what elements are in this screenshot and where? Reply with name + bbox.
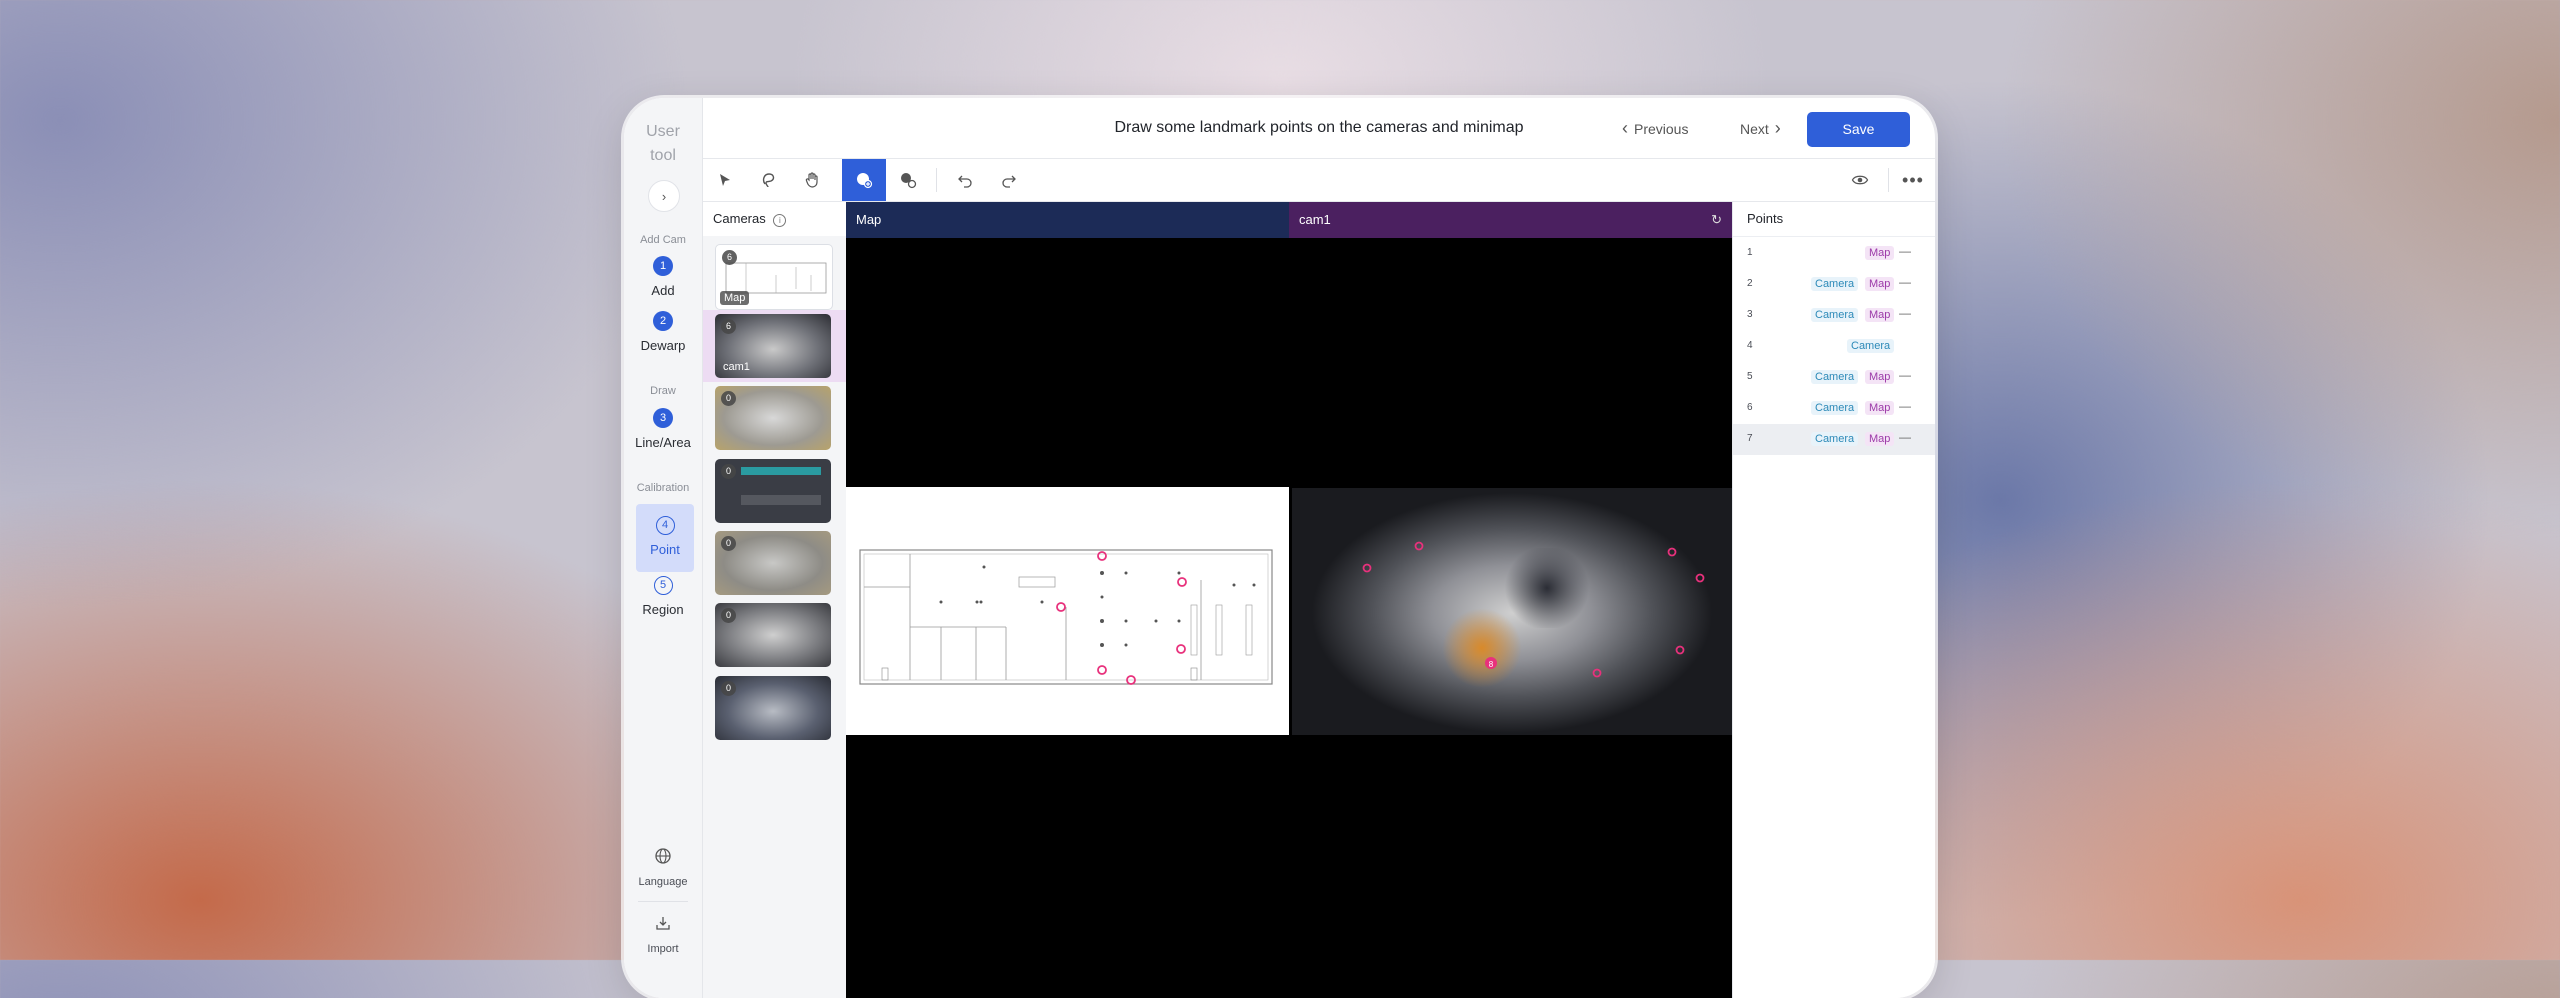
map-tag: Map	[1865, 432, 1895, 446]
left-rail: User tool › Add Cam 1 Add 2 Dewarp Draw …	[624, 98, 703, 998]
point-row[interactable]: 4 Camera	[1733, 331, 1935, 362]
refresh-icon[interactable]: ↻	[1711, 202, 1722, 238]
undo-button[interactable]	[943, 159, 987, 201]
chevron-right-icon: ›	[661, 188, 667, 204]
point-row[interactable]: 3 Camera Map —	[1733, 300, 1935, 331]
step-point[interactable]: 4 Point	[636, 504, 694, 572]
brand-title: User tool	[646, 123, 680, 164]
more-icon: •••	[1902, 169, 1924, 190]
camera-tag: Camera	[1811, 308, 1859, 322]
camera-view-header: cam1 ↻	[1289, 202, 1732, 238]
map-tag: Map	[1865, 401, 1895, 415]
camera-tag: Camera	[1811, 370, 1859, 384]
chevron-right-icon: ›	[1774, 118, 1781, 138]
camera-thumb-5[interactable]: 0	[715, 531, 831, 595]
step-dewarp[interactable]: 2 Dewarp	[624, 311, 702, 353]
camera-thumb-6[interactable]: 0	[715, 603, 831, 667]
remove-point-icon[interactable]: —	[1899, 399, 1911, 413]
step-region[interactable]: 5 Region	[624, 576, 702, 617]
point-row[interactable]: 6 Camera Map —	[1733, 393, 1935, 424]
step-line-area[interactable]: 3 Line/Area	[624, 408, 702, 450]
redo-button[interactable]	[987, 159, 1031, 201]
map-tag: Map	[1865, 370, 1895, 384]
camera-thumb-cam1[interactable]: 6 cam1	[715, 314, 831, 378]
lasso-tool[interactable]	[747, 159, 791, 201]
pointer-tool[interactable]	[703, 159, 747, 201]
screen-banner	[741, 467, 821, 475]
cameras-panel: Cameras i 6 Map 6 cam1 0 0 0 0 0	[703, 202, 847, 998]
app-window: User tool › Add Cam 1 Add 2 Dewarp Draw …	[624, 98, 1935, 998]
cameras-header: Cameras i	[703, 202, 847, 236]
camera-view[interactable]: cam1 ↻ 8	[1289, 202, 1732, 998]
eye-icon	[1851, 175, 1869, 185]
next-button[interactable]: Next ›	[1740, 118, 1781, 139]
camera-thumb-7[interactable]: 0	[715, 676, 831, 740]
import-icon	[624, 914, 702, 937]
map-tag: Map	[1865, 277, 1895, 291]
camera-tag: Camera	[1811, 277, 1859, 291]
fisheye-camera-feed[interactable]: 8	[1292, 488, 1732, 735]
point-row[interactable]: 2 Camera Map —	[1733, 269, 1935, 300]
header-bar: Draw some landmark points on the cameras…	[703, 98, 1935, 159]
add-point-tool[interactable]	[842, 159, 886, 201]
save-button[interactable]: Save	[1807, 112, 1910, 147]
toolbar-divider	[936, 168, 937, 192]
previous-button[interactable]: ‹ Previous	[1622, 118, 1688, 139]
camera-thumb-3[interactable]: 0	[715, 386, 831, 450]
point-row[interactable]: 1 Map —	[1733, 238, 1935, 269]
group-label-add-cam: Add Cam	[640, 234, 686, 246]
camera-tag: Camera	[1847, 339, 1895, 353]
language-button[interactable]: Language	[624, 847, 702, 888]
remove-point-icon[interactable]: —	[1899, 368, 1911, 382]
globe-icon	[624, 847, 702, 870]
group-label-calibration: Calibration	[636, 482, 690, 494]
points-panel: Points 1 Map — 2 Camera Map — 3 Camera M…	[1732, 202, 1935, 998]
expand-rail-button[interactable]: ›	[648, 180, 680, 212]
visibility-toggle[interactable]	[1838, 159, 1882, 201]
camera-thumb-4[interactable]: 0	[715, 459, 831, 523]
rail-divider	[638, 901, 688, 902]
map-tag: Map	[1865, 246, 1895, 260]
points-header: Points	[1733, 202, 1935, 237]
camera-tag: Camera	[1811, 432, 1859, 446]
toolbar: •••	[703, 159, 1935, 202]
floorplan-canvas[interactable]	[846, 487, 1289, 735]
chevron-left-icon: ‹	[1622, 118, 1628, 138]
map-view-header: Map	[846, 202, 1289, 238]
remove-point-icon[interactable]: —	[1899, 244, 1911, 258]
remove-point-icon[interactable]: —	[1899, 306, 1911, 320]
camera-thumb-map[interactable]: 6 Map	[715, 244, 833, 310]
points-tool[interactable]	[886, 159, 930, 201]
lasso-icon	[762, 173, 775, 188]
info-icon: i	[773, 214, 787, 227]
camera-landmarks: 8	[1362, 541, 1705, 678]
step-add[interactable]: 1 Add	[624, 256, 702, 298]
point-row[interactable]: 5 Camera Map —	[1733, 362, 1935, 393]
camera-tag: Camera	[1811, 401, 1859, 415]
more-options-button[interactable]: •••	[1891, 159, 1935, 201]
import-button[interactable]: Import	[624, 914, 702, 955]
pointer-icon	[720, 174, 730, 186]
add-point-icon	[857, 173, 873, 189]
points-icon	[901, 173, 917, 189]
floorplan-drawing	[859, 549, 1273, 685]
svg-text:8: 8	[1489, 660, 1494, 669]
map-tag: Map	[1865, 308, 1895, 322]
hand-icon	[805, 172, 818, 188]
landmark-markers	[1056, 551, 1187, 685]
point-row-selected[interactable]: 7 Camera Map —	[1733, 424, 1935, 455]
hand-tool[interactable]	[791, 159, 835, 201]
toolbar-divider	[1888, 168, 1889, 192]
remove-point-icon[interactable]: —	[1899, 275, 1911, 289]
undo-icon	[958, 175, 972, 188]
remove-point-icon[interactable]: —	[1899, 430, 1911, 444]
group-label-draw: Draw	[650, 385, 676, 397]
redo-icon	[1002, 175, 1016, 188]
screen-row	[741, 495, 821, 505]
map-view[interactable]: Map	[846, 202, 1289, 998]
